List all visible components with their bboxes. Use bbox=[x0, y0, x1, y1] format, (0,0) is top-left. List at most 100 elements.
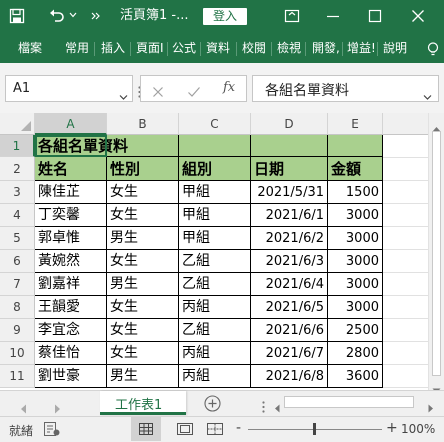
more-sheets-icon[interactable] bbox=[262, 398, 265, 417]
cell-amount[interactable]: 2500 bbox=[328, 319, 383, 342]
cell-header[interactable]: 金額 bbox=[328, 157, 383, 181]
cell-name[interactable]: 劉嘉祥 bbox=[35, 273, 107, 296]
cell-group[interactable]: 乙組 bbox=[179, 319, 251, 342]
cell-title-fill[interactable] bbox=[179, 135, 251, 157]
horizontal-scroll-thumb[interactable] bbox=[284, 396, 414, 408]
cell-group[interactable]: 丙組 bbox=[179, 296, 251, 319]
cell-header[interactable]: 組別 bbox=[179, 157, 251, 181]
page-break-view-icon[interactable] bbox=[207, 423, 223, 438]
cell-title-fill[interactable] bbox=[251, 135, 328, 157]
scroll-left-icon[interactable] bbox=[274, 398, 280, 417]
zoom-level[interactable]: 100% bbox=[401, 422, 435, 436]
chevron-down-icon[interactable] bbox=[423, 86, 432, 105]
save-icon[interactable] bbox=[9, 8, 25, 24]
cell-amount[interactable]: 3000 bbox=[328, 204, 383, 227]
row-header[interactable]: 3 bbox=[0, 181, 35, 204]
cell-date[interactable]: 2021/6/3 bbox=[251, 250, 328, 273]
cell-amount[interactable]: 3000 bbox=[328, 273, 383, 296]
cell-date[interactable]: 2021/6/2 bbox=[251, 227, 328, 250]
enter-icon[interactable] bbox=[187, 83, 201, 102]
row-header[interactable]: 2 bbox=[0, 157, 35, 181]
column-header-c[interactable]: C bbox=[179, 113, 251, 135]
cell-gender[interactable]: 男生 bbox=[107, 365, 179, 388]
column-header-f[interactable] bbox=[383, 113, 428, 135]
fx-icon[interactable]: fx bbox=[223, 80, 235, 95]
horizontal-scrollbar[interactable] bbox=[272, 394, 440, 413]
select-all-corner[interactable] bbox=[0, 113, 35, 135]
tab-review[interactable]: 校閱 bbox=[242, 33, 266, 63]
cell-name[interactable]: 丁奕馨 bbox=[35, 204, 107, 227]
row-header[interactable]: 6 bbox=[0, 250, 35, 273]
empty-column[interactable] bbox=[383, 135, 428, 390]
add-sheet-icon[interactable] bbox=[204, 395, 221, 416]
row-header[interactable]: 5 bbox=[0, 227, 35, 250]
cell-group[interactable]: 甲組 bbox=[179, 227, 251, 250]
scroll-thumb[interactable] bbox=[432, 131, 441, 376]
normal-view-button[interactable] bbox=[131, 417, 161, 441]
cell-a1-title[interactable]: 各組名單資料 bbox=[35, 135, 128, 157]
row-header[interactable]: 1 bbox=[0, 135, 35, 157]
maximize-icon[interactable] bbox=[367, 8, 383, 24]
cell-header[interactable]: 姓名 bbox=[35, 157, 107, 181]
cell-gender[interactable]: 男生 bbox=[107, 227, 179, 250]
customize-toolbar-icon[interactable] bbox=[91, 11, 101, 21]
cell-date[interactable]: 2021/6/8 bbox=[251, 365, 328, 388]
tab-data[interactable]: 資料 bbox=[206, 33, 230, 63]
cell-name[interactable]: 郭卓惟 bbox=[35, 227, 107, 250]
name-box[interactable]: A1 bbox=[5, 75, 133, 102]
cell-title-fill[interactable] bbox=[328, 135, 383, 157]
cell-header[interactable]: 性別 bbox=[107, 157, 179, 181]
cell-name[interactable]: 劉世豪 bbox=[35, 365, 107, 388]
chevron-down-icon[interactable] bbox=[69, 11, 77, 19]
row-header[interactable]: 8 bbox=[0, 296, 35, 319]
macro-record-icon[interactable] bbox=[44, 422, 60, 439]
ribbon-display-icon[interactable] bbox=[284, 8, 300, 24]
cell-group[interactable]: 丙組 bbox=[179, 342, 251, 365]
column-header-d[interactable]: D bbox=[251, 113, 328, 135]
chevron-down-icon[interactable] bbox=[119, 86, 128, 105]
cell-group[interactable]: 甲組 bbox=[179, 204, 251, 227]
row-header[interactable]: 11 bbox=[0, 365, 35, 388]
tab-file[interactable]: 檔案 bbox=[18, 33, 42, 63]
cell-gender[interactable]: 女生 bbox=[107, 204, 179, 227]
zoom-slider[interactable] bbox=[248, 423, 382, 435]
cell-amount[interactable]: 3000 bbox=[328, 227, 383, 250]
tab-insert[interactable]: 插入 bbox=[101, 33, 125, 63]
cell-amount[interactable]: 2800 bbox=[328, 342, 383, 365]
cell-group[interactable]: 甲組 bbox=[179, 181, 251, 204]
page-layout-view-icon[interactable] bbox=[177, 423, 193, 438]
cell-group[interactable]: 丙組 bbox=[179, 365, 251, 388]
cell-date[interactable]: 2021/6/1 bbox=[251, 204, 328, 227]
close-icon[interactable] bbox=[410, 8, 426, 24]
scroll-right-icon[interactable] bbox=[428, 398, 434, 417]
cell-date[interactable]: 2021/6/5 bbox=[251, 296, 328, 319]
row-header[interactable]: 4 bbox=[0, 204, 35, 227]
tab-add-ins[interactable]: 增益! bbox=[347, 33, 376, 63]
cell-amount[interactable]: 3600 bbox=[328, 365, 383, 388]
sheet-tab-active[interactable]: 工作表1 bbox=[100, 391, 186, 415]
column-header-b[interactable]: B bbox=[107, 113, 179, 135]
minimize-icon[interactable] bbox=[325, 8, 341, 24]
cell-amount[interactable]: 1500 bbox=[328, 181, 383, 204]
vertical-scrollbar[interactable] bbox=[428, 113, 444, 393]
cell-gender[interactable]: 女生 bbox=[107, 250, 179, 273]
cell-gender[interactable]: 男生 bbox=[107, 273, 179, 296]
tab-view[interactable]: 檢視 bbox=[277, 33, 301, 63]
cell-gender[interactable]: 女生 bbox=[107, 181, 179, 204]
login-button[interactable]: 登入 bbox=[203, 8, 247, 25]
cancel-icon[interactable] bbox=[152, 83, 164, 102]
tab-developer[interactable]: 開發, bbox=[312, 33, 340, 63]
cell-date[interactable]: 2021/6/4 bbox=[251, 273, 328, 296]
row-header[interactable]: 9 bbox=[0, 319, 35, 342]
cell-header[interactable]: 日期 bbox=[251, 157, 328, 181]
cell-group[interactable]: 乙組 bbox=[179, 273, 251, 296]
lightbulb-icon[interactable] bbox=[425, 41, 441, 57]
zoom-in-button[interactable]: + bbox=[386, 420, 398, 436]
cell-name[interactable]: 黃婉然 bbox=[35, 250, 107, 273]
zoom-out-button[interactable]: - bbox=[236, 420, 241, 436]
cell-amount[interactable]: 3000 bbox=[328, 250, 383, 273]
tab-page-layout[interactable]: 頁面I bbox=[136, 33, 164, 63]
cell-name[interactable]: 蔡佳怡 bbox=[35, 342, 107, 365]
cell-group[interactable]: 乙組 bbox=[179, 250, 251, 273]
tab-home[interactable]: 常用 bbox=[65, 33, 89, 63]
